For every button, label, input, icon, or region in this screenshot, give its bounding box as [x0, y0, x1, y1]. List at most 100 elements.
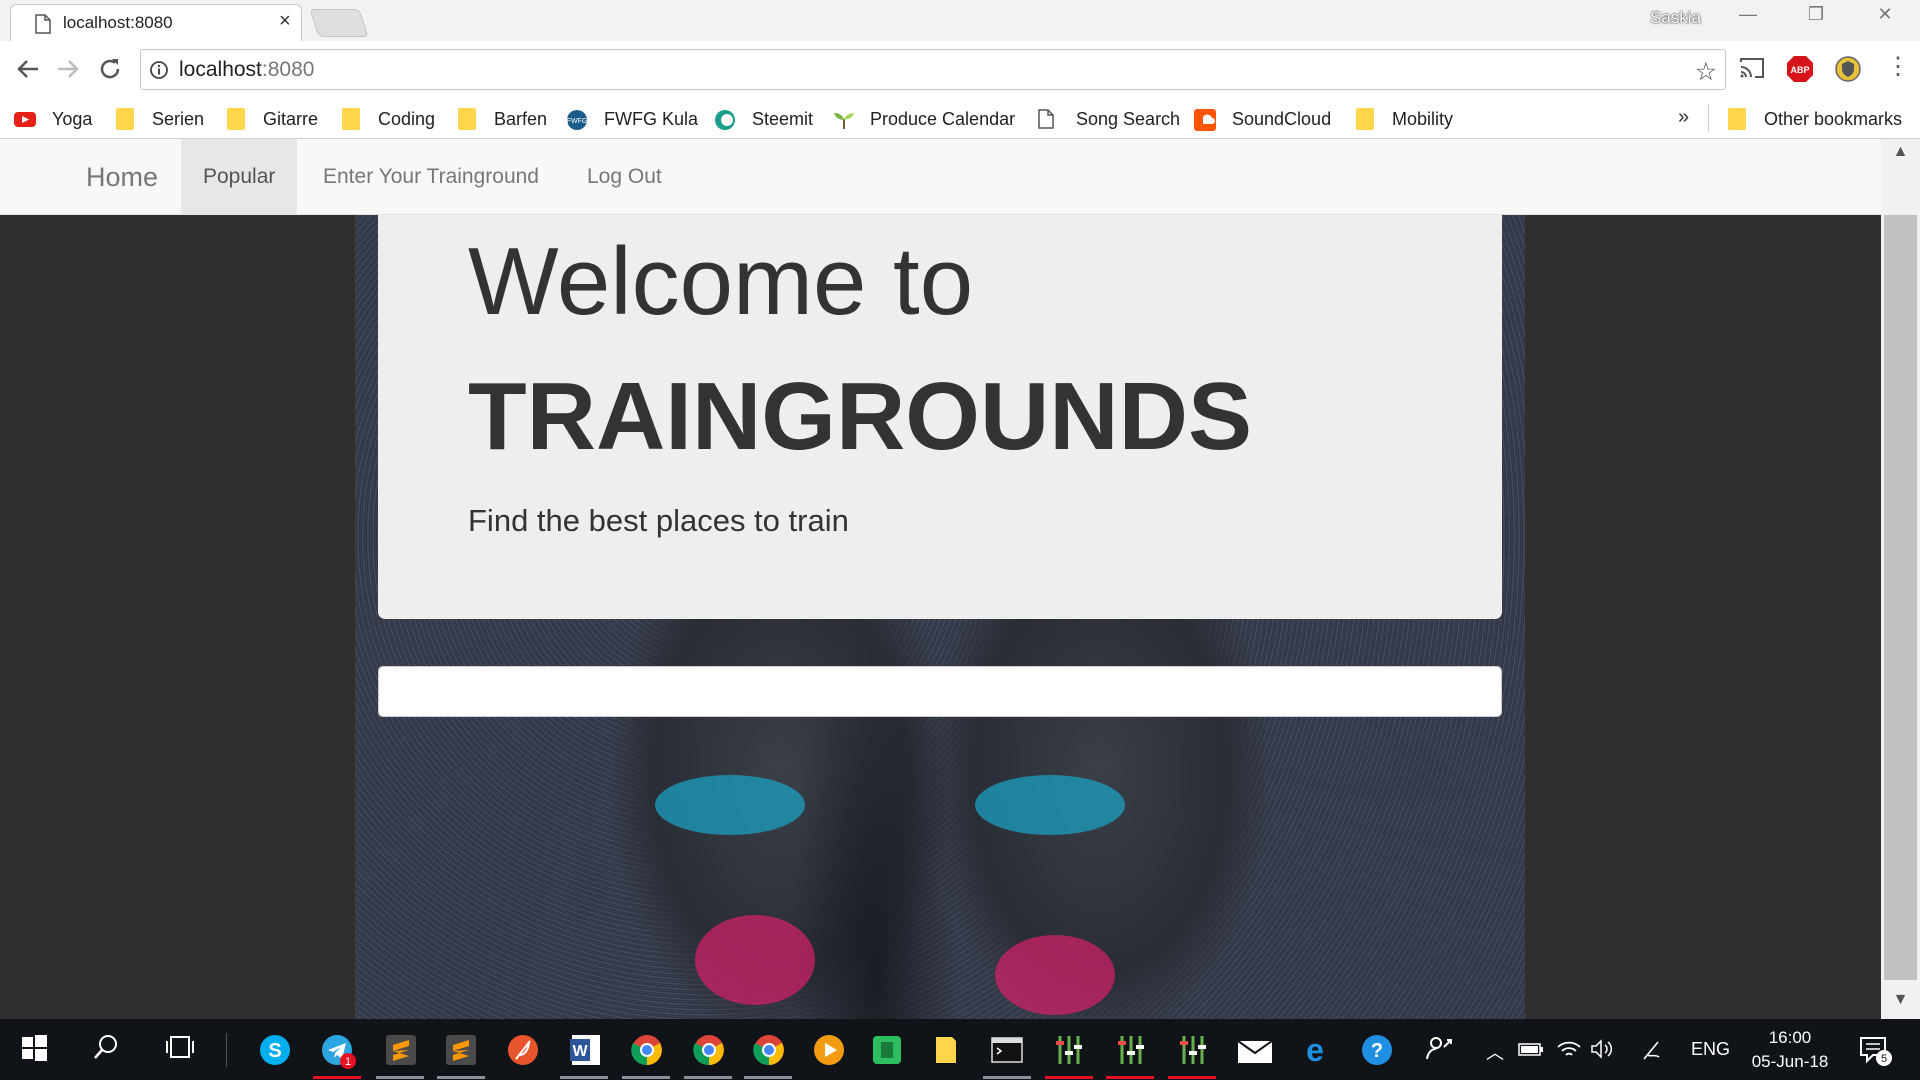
minimize-icon[interactable]: —: [1718, 4, 1778, 36]
task-view-icon[interactable]: [164, 1033, 198, 1067]
forward-icon[interactable]: [52, 53, 84, 85]
new-tab-button[interactable]: [309, 9, 369, 37]
scrollbar-thumb[interactable]: [1884, 215, 1917, 980]
close-window-icon[interactable]: ✕: [1855, 4, 1915, 36]
language-indicator[interactable]: ENG: [1691, 1039, 1730, 1060]
bookmark-gitarre[interactable]: Gitarre: [227, 105, 318, 133]
chrome-profile-3-icon[interactable]: [752, 1033, 786, 1067]
telegram-icon[interactable]: 1: [320, 1033, 356, 1069]
url-host: localhost: [179, 58, 262, 81]
bookmark-label: Serien: [152, 108, 205, 129]
volume-icon[interactable]: [1590, 1039, 1616, 1064]
chrome-menu-icon[interactable]: ⋮: [1886, 55, 1910, 79]
reload-icon[interactable]: [94, 53, 126, 85]
sublime-2-running-indicator: [437, 1076, 485, 1079]
sprout-icon: [832, 109, 854, 129]
svg-text:FWFG: FWFG: [567, 118, 588, 125]
feather-app-icon[interactable]: [506, 1033, 540, 1067]
mixer-3-running-indicator: [1168, 1076, 1216, 1079]
page-icon: [1038, 109, 1058, 129]
bookmark-mobility[interactable]: Mobility: [1356, 105, 1453, 133]
mixer-app-icon[interactable]: [1052, 1033, 1086, 1067]
scroll-up-icon[interactable]: ▲: [1881, 143, 1920, 161]
tab-close-icon[interactable]: ×: [279, 10, 291, 33]
nav-popular-link[interactable]: Popular: [181, 139, 298, 215]
address-bar[interactable]: localhost:8080 ☆: [140, 49, 1726, 90]
bookmark-produce-calendar[interactable]: Produce Calendar: [832, 105, 1015, 133]
clock[interactable]: 16:00 05-Jun-18: [1740, 1026, 1840, 1074]
telegram-badge: 1: [345, 1056, 351, 1068]
sublime-text-2-icon[interactable]: [444, 1033, 478, 1067]
page-scrollbar[interactable]: ▲ ▼: [1881, 139, 1920, 1019]
nav-enter-trainground-link[interactable]: Enter Your Trainground: [302, 139, 560, 215]
folder-icon: [1728, 108, 1746, 130]
evernote-icon[interactable]: [870, 1033, 904, 1067]
hero-jumbotron: Welcome to TRAINGROUNDS Find the best pl…: [378, 215, 1502, 619]
extension-shield-icon[interactable]: [1834, 55, 1862, 88]
sublime-text-icon[interactable]: [384, 1033, 418, 1067]
other-bookmarks[interactable]: Other bookmarks: [1728, 105, 1902, 133]
skype-icon[interactable]: S: [258, 1033, 292, 1067]
profile-name[interactable]: Saskia: [1650, 8, 1701, 28]
adblock-plus-icon[interactable]: ABP: [1786, 55, 1814, 88]
search-icon[interactable]: [92, 1033, 126, 1067]
help-icon[interactable]: ?: [1360, 1033, 1394, 1067]
info-icon[interactable]: [149, 60, 169, 85]
folder-icon: [458, 108, 476, 130]
cast-icon[interactable]: [1738, 55, 1766, 86]
folder-icon: [116, 108, 134, 130]
page-viewport: Home Popular Enter Your Trainground Log …: [0, 139, 1881, 1019]
bookmark-yoga[interactable]: Yoga: [14, 105, 92, 133]
bookmark-label: Barfen: [494, 108, 548, 129]
bookmark-coding[interactable]: Coding: [342, 105, 435, 133]
bookmark-label: Steemit: [752, 108, 814, 129]
terminal-icon[interactable]: [990, 1033, 1024, 1067]
hero-tagline: Find the best places to train: [468, 503, 849, 538]
mixer-2-running-indicator: [1106, 1076, 1154, 1079]
search-input[interactable]: [378, 666, 1502, 717]
bookmark-barfen[interactable]: Barfen: [458, 105, 547, 133]
folder-icon: [1356, 108, 1374, 130]
browser-toolbar: localhost:8080 ☆ ABP ⋮: [0, 41, 1920, 99]
scroll-down-icon[interactable]: ▼: [1881, 991, 1920, 1009]
chrome-2-running-indicator: [684, 1076, 732, 1079]
battery-icon[interactable]: [1518, 1039, 1544, 1064]
pen-icon[interactable]: [1640, 1039, 1664, 1066]
url-text: localhost:8080: [179, 58, 314, 82]
restore-icon[interactable]: ❐: [1786, 4, 1846, 36]
browser-tab[interactable]: localhost:8080 ×: [10, 4, 302, 41]
bookmark-serien[interactable]: Serien: [116, 105, 204, 133]
bookmark-star-icon[interactable]: ☆: [1695, 57, 1717, 87]
shoe-right-accent: [975, 775, 1125, 835]
telegram-running-indicator: [313, 1076, 361, 1079]
people-icon[interactable]: [1424, 1033, 1458, 1067]
nav-home-link[interactable]: Home: [70, 139, 174, 215]
bookmark-label: Song Search: [1076, 108, 1181, 129]
file-explorer-icon[interactable]: [930, 1033, 964, 1067]
nav-logout-link[interactable]: Log Out: [567, 139, 682, 215]
word-running-indicator: [560, 1076, 608, 1079]
other-bookmarks-label: Other bookmarks: [1764, 108, 1903, 129]
wifi-icon[interactable]: [1556, 1039, 1582, 1064]
windows-start-icon[interactable]: [20, 1033, 54, 1067]
vlc-play-icon[interactable]: [812, 1033, 846, 1067]
svg-text:ABP: ABP: [1790, 65, 1809, 75]
chrome-icon[interactable]: [630, 1033, 664, 1067]
show-hidden-icons-icon[interactable]: ︿: [1486, 1039, 1504, 1065]
steemit-icon: [714, 109, 735, 130]
bookmark-fwfg-kula[interactable]: FWFG FWFG Kula: [566, 105, 698, 133]
edge-icon[interactable]: e: [1298, 1032, 1332, 1068]
bookmark-steemit[interactable]: Steemit: [714, 105, 813, 133]
mixer-app-3-icon[interactable]: [1176, 1033, 1210, 1067]
bookmark-label: Mobility: [1392, 108, 1454, 129]
bookmark-song-search[interactable]: Song Search: [1038, 105, 1180, 133]
mixer-app-2-icon[interactable]: [1114, 1033, 1148, 1067]
chrome-profile-2-icon[interactable]: [692, 1033, 726, 1067]
more-bookmarks-icon[interactable]: »: [1678, 106, 1689, 129]
clock-date: 05-Jun-18: [1751, 1052, 1829, 1071]
back-icon[interactable]: [12, 53, 44, 85]
notifications-icon[interactable]: 5: [1858, 1033, 1892, 1067]
mail-icon[interactable]: [1236, 1033, 1273, 1067]
bookmark-soundcloud[interactable]: SoundCloud: [1194, 105, 1331, 133]
word-icon[interactable]: W: [568, 1033, 602, 1067]
